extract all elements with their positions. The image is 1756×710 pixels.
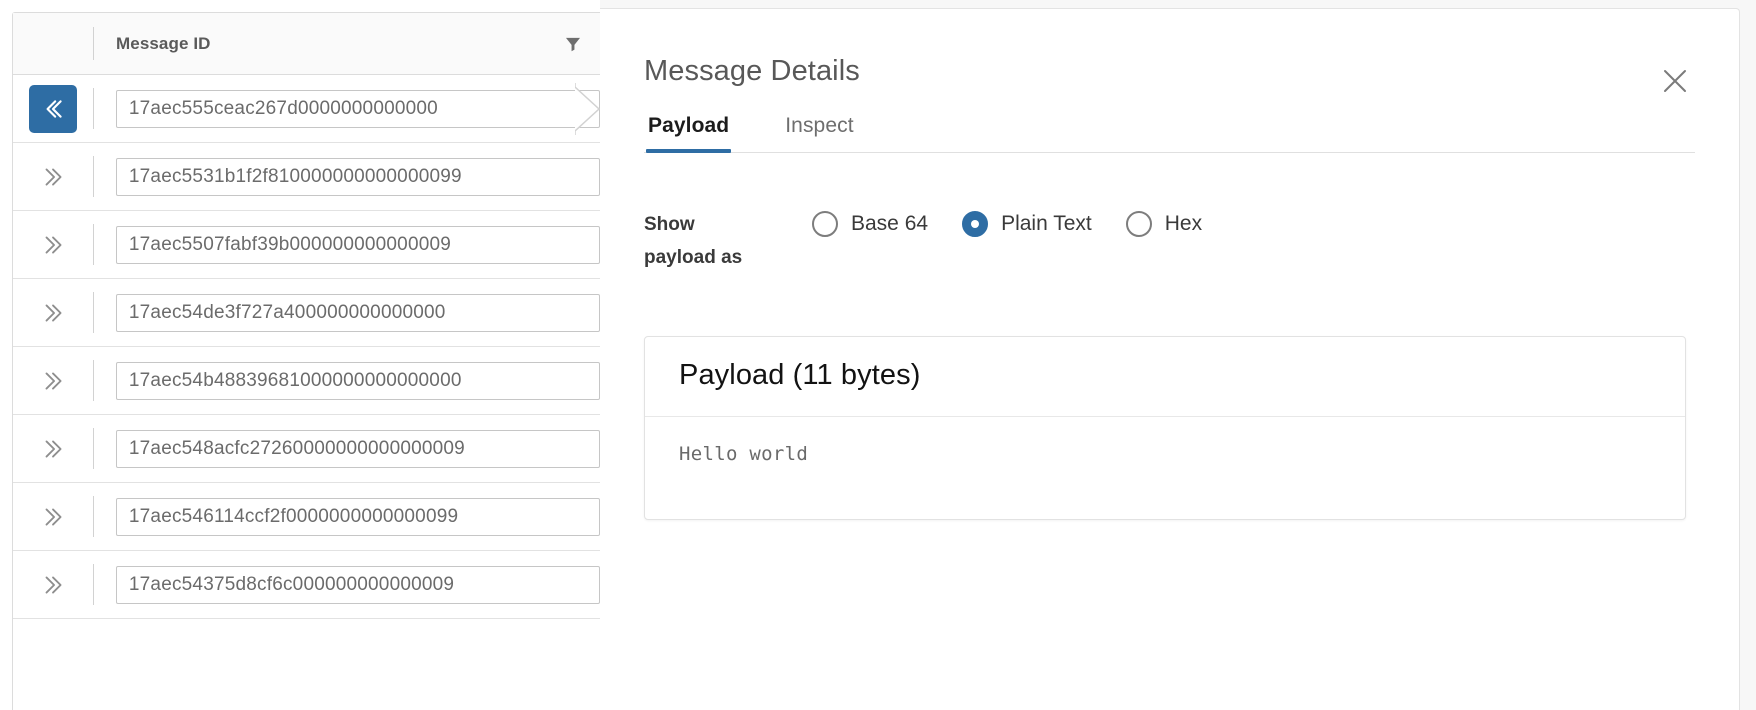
row-message-id-cell: 17aec546114ccf2f0000000000000099	[94, 483, 600, 550]
row-message-id-cell: 17aec548acfc27260000000000000009	[94, 415, 600, 482]
expand-details-button[interactable]	[40, 504, 66, 530]
expand-details-button[interactable]	[40, 368, 66, 394]
message-id-value[interactable]: 17aec5531b1f2f810000000000000099	[115, 157, 600, 196]
table-row[interactable]: 17aec548acfc27260000000000000009	[13, 415, 600, 483]
message-details-card: Message Details Payload Inspect Show pay…	[600, 8, 1740, 710]
expand-details-button[interactable]	[40, 572, 66, 598]
row-toggle-cell	[13, 143, 93, 210]
payload-mode-radio-group[interactable]: Base 64 Plain Text Hex	[812, 207, 1202, 237]
row-message-id-cell: 17aec54375d8cf6c000000000000009	[94, 551, 600, 618]
payload-mode-label: Show payload as	[644, 214, 743, 268]
message-id-value[interactable]: 17aec54de3f727a400000000000000	[115, 293, 600, 332]
message-details-pane: Message Details Payload Inspect Show pay…	[600, 0, 1756, 710]
expand-details-button[interactable]	[40, 300, 66, 326]
radio-circle-icon	[1125, 211, 1152, 237]
payload-mode-row: Show payload as Base 64 Plain Text Hex	[644, 207, 1695, 274]
table-body[interactable]: 17aec555ceac267d0000000000000 17aec5531b…	[13, 75, 600, 710]
message-list-pane: Message ID 17aec555ceac267d0000000000000…	[0, 0, 600, 710]
app-root: Message ID 17aec555ceac267d0000000000000…	[0, 0, 1756, 710]
radio-option-plain-text[interactable]: Plain Text	[962, 211, 1092, 237]
details-tabs: Payload Inspect	[644, 114, 1695, 153]
message-id-value[interactable]: 17aec54375d8cf6c000000000000009	[115, 565, 600, 604]
table-row[interactable]: 17aec5507fabf39b000000000000009	[13, 211, 600, 279]
collapse-details-button[interactable]	[29, 84, 77, 133]
row-toggle-cell	[13, 211, 93, 278]
table-row[interactable]: 17aec555ceac267d0000000000000	[13, 75, 600, 143]
message-id-value[interactable]: 17aec546114ccf2f0000000000000099	[115, 497, 600, 536]
row-toggle-cell	[13, 483, 93, 550]
message-id-value[interactable]: 17aec548acfc27260000000000000009	[115, 429, 600, 468]
expand-details-button[interactable]	[40, 232, 66, 258]
payload-content: Hello world	[679, 443, 809, 466]
radio-label: Plain Text	[1001, 212, 1092, 235]
row-toggle-cell	[13, 279, 93, 346]
row-toggle-cell	[13, 415, 93, 482]
close-icon	[1664, 70, 1686, 92]
table-row[interactable]: 17aec54de3f727a400000000000000	[13, 279, 600, 347]
row-toggle-cell	[13, 75, 93, 142]
message-table: Message ID 17aec555ceac267d0000000000000…	[12, 12, 600, 710]
tab-payload[interactable]: Payload	[646, 114, 732, 153]
table-row[interactable]: 17aec54375d8cf6c000000000000009	[13, 551, 600, 619]
column-header-label: Message ID	[116, 33, 211, 53]
expand-details-button[interactable]	[40, 164, 66, 190]
message-id-value[interactable]: 17aec54b48839681000000000000000	[115, 361, 600, 400]
radio-option-hex[interactable]: Hex	[1125, 211, 1203, 237]
table-header-cell-message-id: Message ID	[94, 13, 600, 74]
table-row[interactable]: 17aec5531b1f2f810000000000000099	[13, 143, 600, 211]
row-message-id-cell: 17aec54de3f727a400000000000000	[94, 279, 600, 346]
radio-label: Hex	[1164, 212, 1203, 235]
table-header-gutter	[13, 13, 93, 74]
filter-icon[interactable]	[564, 35, 582, 53]
table-row[interactable]: 17aec546114ccf2f0000000000000099	[13, 483, 600, 551]
close-panel-button[interactable]	[1655, 61, 1695, 101]
radio-label: Base 64	[851, 212, 929, 235]
payload-panel: Payload (11 bytes) Hello world	[644, 336, 1686, 521]
message-id-value[interactable]: 17aec5507fabf39b000000000000009	[115, 225, 600, 264]
row-toggle-cell	[13, 347, 93, 414]
payload-panel-header: Payload (11 bytes)	[645, 337, 1685, 418]
row-message-id-cell: 17aec555ceac267d0000000000000	[94, 75, 600, 142]
row-toggle-cell	[13, 551, 93, 618]
radio-circle-icon	[812, 211, 838, 237]
tab-inspect[interactable]: Inspect	[783, 114, 855, 152]
table-row[interactable]: 17aec54b48839681000000000000000	[13, 347, 600, 415]
table-header-row: Message ID	[13, 13, 600, 75]
expand-details-button[interactable]	[40, 436, 66, 462]
row-message-id-cell: 17aec5507fabf39b000000000000009	[94, 211, 600, 278]
radio-option-base64[interactable]: Base 64	[812, 211, 928, 237]
page-title: Message Details	[644, 55, 860, 87]
message-id-value[interactable]: 17aec555ceac267d0000000000000	[115, 89, 600, 128]
radio-circle-filled-icon	[962, 211, 989, 237]
row-message-id-cell: 17aec5531b1f2f810000000000000099	[94, 143, 600, 210]
row-message-id-cell: 17aec54b48839681000000000000000	[94, 347, 600, 414]
